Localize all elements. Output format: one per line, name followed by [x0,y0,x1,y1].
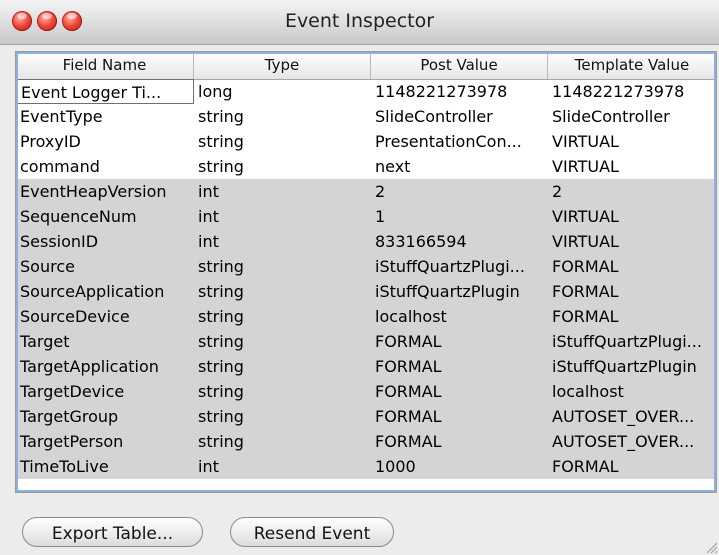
field-name-cell[interactable]: TargetPerson [16,429,194,454]
template-value-cell[interactable]: AUTOSET_OVER... [548,429,716,454]
template-value-cell[interactable]: FORMAL [548,279,716,304]
column-header-template-value[interactable]: Template Value [548,52,716,79]
template-value-cell[interactable]: AUTOSET_OVER... [548,404,716,429]
template-value-cell[interactable]: SlideController [548,104,716,129]
template-value-cell[interactable]: VIRTUAL [548,129,716,154]
table-row[interactable]: SourceDevice string localhost FORMAL [16,304,716,329]
table-row[interactable]: TargetDevice string FORMAL localhost [16,379,716,404]
field-name-cell[interactable]: SessionID [16,229,194,254]
table-row[interactable]: TimeToLive int 1000 FORMAL [16,454,716,479]
type-cell[interactable]: string [194,254,371,279]
type-cell[interactable]: int [194,204,371,229]
template-value-cell[interactable]: 2 [548,179,716,204]
type-cell[interactable]: string [194,304,371,329]
table-row[interactable]: TargetPerson string FORMAL AUTOSET_OVER... [16,429,716,454]
template-value-cell[interactable]: FORMAL [548,454,716,479]
template-value-cell[interactable]: VIRTUAL [548,154,716,179]
post-value-cell[interactable]: FORMAL [371,429,548,454]
type-cell[interactable]: long [194,79,371,104]
table-row[interactable]: Event Logger Ti... long 1148221273978 11482… [16,79,716,104]
post-value-cell[interactable]: next [371,154,548,179]
post-value-cell[interactable]: 2 [371,179,548,204]
window-title: Event Inspector [284,10,435,32]
type-cell[interactable]: string [194,104,371,129]
post-value-cell[interactable]: FORMAL [371,379,548,404]
field-name-cell[interactable]: TargetGroup [16,404,194,429]
field-name-cell[interactable]: EventType [16,104,194,129]
type-cell[interactable]: string [194,404,371,429]
table-row[interactable]: SequenceNum int 1 VIRTUAL [16,204,716,229]
post-value-cell[interactable]: iStuffQuartzPlugin [371,279,548,304]
field-name-cell[interactable]: command [16,154,194,179]
field-name-cell[interactable]: TargetApplication [16,354,194,379]
table-row[interactable]: Target string FORMAL iStuffQuartzPlugi... [16,329,716,354]
table-row[interactable]: EventHeapVersion int 2 2 [16,179,716,204]
title-bar[interactable]: Event Inspector [0,0,719,45]
table-row[interactable]: command string next VIRTUAL [16,154,716,179]
post-value-cell[interactable]: 833166594 [371,229,548,254]
field-name-cell[interactable]: SequenceNum [16,204,194,229]
table-row[interactable]: EventType string SlideController SlideContr… [16,104,716,129]
table-row[interactable]: ProxyID string PresentationCon... VIRTUAL [16,129,716,154]
post-value-cell[interactable]: localhost [371,304,548,329]
post-value-cell[interactable]: FORMAL [371,354,548,379]
field-name-cell[interactable]: ProxyID [16,129,194,154]
table-row[interactable]: SourceApplication string iStuffQuartzPlugi… [16,279,716,304]
event-table[interactable]: Field Name Type Post Value Template Valu… [15,51,717,493]
field-name-cell[interactable]: TargetDevice [16,379,194,404]
template-value-cell[interactable]: FORMAL [548,304,716,329]
template-value-cell[interactable]: iStuffQuartzPlugin [548,354,716,379]
post-value-cell[interactable]: SlideController [371,104,548,129]
table-row[interactable]: TargetGroup string FORMAL AUTOSET_OVER... [16,404,716,429]
field-name-cell[interactable]: Target [16,329,194,354]
type-cell[interactable]: string [194,279,371,304]
field-name-cell[interactable]: SourceApplication [16,279,194,304]
column-header-type[interactable]: Type [194,52,371,79]
field-name-cell[interactable]: TimeToLive [16,454,194,479]
template-value-cell[interactable]: VIRTUAL [548,229,716,254]
column-header-field-name[interactable]: Field Name [16,52,194,79]
template-value-cell[interactable]: iStuffQuartzPlugi... [548,329,716,354]
resize-grip-icon[interactable] [707,543,717,553]
post-value-cell[interactable]: 1 [371,204,548,229]
field-name-cell[interactable]: SourceDevice [16,304,194,329]
type-cell[interactable]: string [194,379,371,404]
type-cell[interactable]: int [194,179,371,204]
table-row[interactable]: SessionID int 833166594 VIRTUAL [16,229,716,254]
post-value-cell[interactable]: 1148221273978 [371,79,548,104]
post-value-cell[interactable]: iStuffQuartzPlugi... [371,254,548,279]
field-name-cell[interactable]: EventHeapVersion [16,179,194,204]
field-name-cell[interactable]: Event Logger Ti... [16,79,194,104]
type-cell[interactable]: int [194,229,371,254]
template-value-cell[interactable]: localhost [548,379,716,404]
type-cell[interactable]: int [194,454,371,479]
column-header-post-value[interactable]: Post Value [371,52,548,79]
type-cell[interactable]: string [194,129,371,154]
type-cell[interactable]: string [194,154,371,179]
export-table-button[interactable]: Export Table... [22,517,203,547]
template-value-cell[interactable]: 1148221273978 [548,79,716,104]
post-value-cell[interactable]: PresentationCon... [371,129,548,154]
post-value-cell[interactable]: FORMAL [371,329,548,354]
type-cell[interactable]: string [194,354,371,379]
table-header: Field Name Type Post Value Template Valu… [16,52,716,80]
field-name-cell[interactable]: Source [16,254,194,279]
post-value-cell[interactable]: FORMAL [371,404,548,429]
type-cell[interactable]: string [194,429,371,454]
template-value-cell[interactable]: VIRTUAL [548,204,716,229]
event-inspector-window: Event Inspector Field Name Type Post Val… [0,0,719,555]
template-value-cell[interactable]: FORMAL [548,254,716,279]
type-cell[interactable]: string [194,329,371,354]
table-row[interactable]: Source string iStuffQuartzPlugi... FORMAL [16,254,716,279]
table-row[interactable]: TargetApplication string FORMAL iStuffQuart… [16,354,716,379]
post-value-cell[interactable]: 1000 [371,454,548,479]
resend-event-button[interactable]: Resend Event [230,517,394,547]
